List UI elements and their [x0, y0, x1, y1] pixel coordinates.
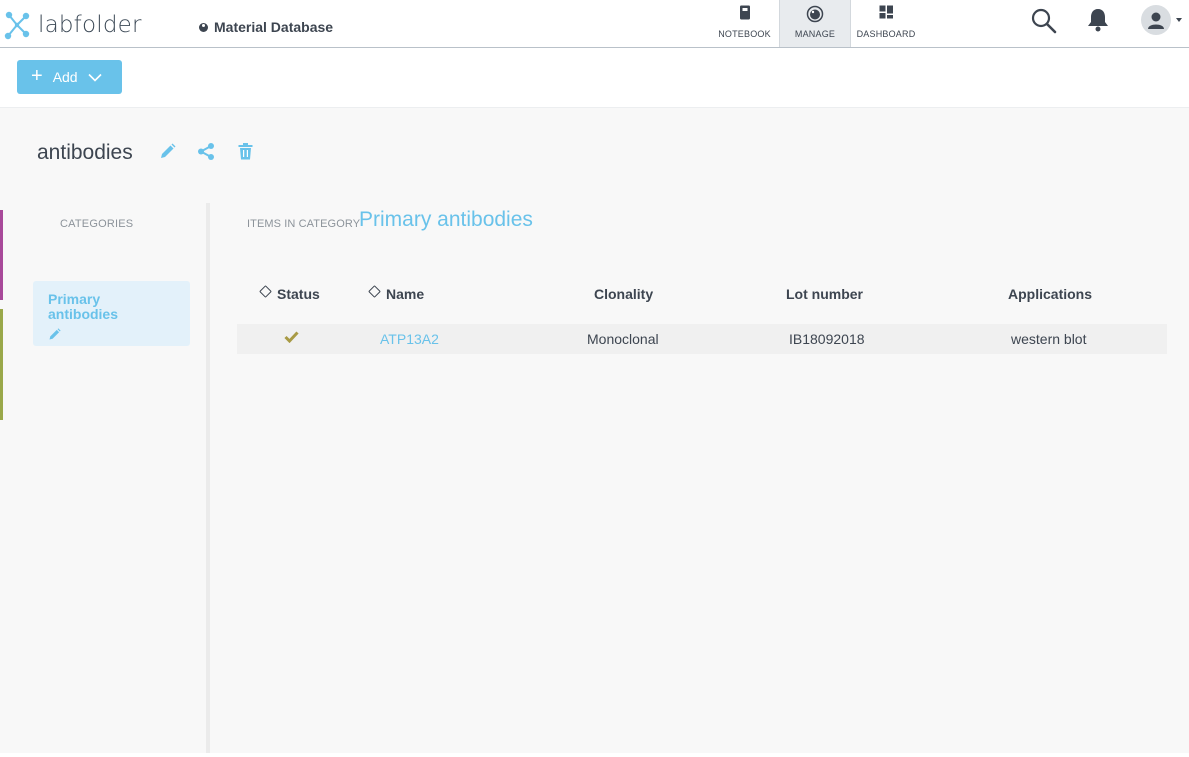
- category-color-bar: [0, 309, 3, 420]
- avatar-icon: [1148, 12, 1164, 29]
- nav-tab-manage[interactable]: MANAGE: [779, 0, 851, 47]
- status-check-icon: [284, 331, 299, 343]
- column-header-label: Clonality: [594, 286, 654, 302]
- nav-tab-dashboard[interactable]: DASHBOARD: [851, 0, 921, 47]
- chevron-down-icon: [88, 73, 102, 82]
- column-header-label: Status: [277, 286, 320, 302]
- sidebar-divider: [206, 203, 210, 753]
- sort-icon[interactable]: [259, 285, 272, 298]
- sidebar-item-primary-antibodies[interactable]: Primary antibodies: [33, 281, 190, 346]
- toolbar: + Add: [0, 48, 1189, 108]
- column-header-status[interactable]: Status: [259, 285, 320, 302]
- nav-tab-dashboard-label: DASHBOARD: [856, 29, 916, 39]
- column-header-name[interactable]: Name: [368, 285, 425, 302]
- labfolder-logo-icon: [4, 11, 30, 40]
- labfolder-logo[interactable]: labfolder: [4, 10, 142, 40]
- item-applications: western blot: [1011, 331, 1087, 347]
- item-clonality: Monoclonal: [587, 331, 659, 347]
- delete-icon[interactable]: [238, 143, 253, 160]
- item-lot-number: IB18092018: [789, 331, 865, 347]
- categories-heading: CATEGORIES: [60, 218, 134, 230]
- edit-icon[interactable]: [159, 143, 176, 160]
- nav-tab-notebook-label: NOTEBOOK: [718, 29, 771, 39]
- add-button[interactable]: + Add: [17, 60, 122, 94]
- breadcrumb[interactable]: Material Database: [199, 19, 333, 35]
- plus-icon: +: [31, 65, 43, 87]
- sort-icon[interactable]: [368, 285, 381, 298]
- column-header-label: Applications: [1008, 286, 1093, 302]
- breadcrumb-label: Material Database: [214, 19, 334, 35]
- manage-icon: [806, 5, 824, 23]
- notebook-icon: [739, 5, 750, 20]
- category-color-bar: [0, 210, 3, 300]
- nav-tab-manage-label: MANAGE: [794, 29, 836, 39]
- page-title: antibodies: [37, 141, 133, 164]
- page-bottom-edge: [0, 753, 1189, 757]
- bell-icon[interactable]: [1086, 7, 1110, 33]
- top-navigation-bar: labfolder Material Database NOTEBOOK MAN…: [0, 0, 1189, 48]
- user-menu-caret-icon[interactable]: [1176, 18, 1182, 22]
- item-name-link[interactable]: ATP13A2: [380, 331, 439, 347]
- edit-category-icon[interactable]: [48, 328, 61, 341]
- sidebar-item-label: Primary antibodies: [48, 291, 119, 322]
- current-category-name: Primary antibodies: [359, 208, 533, 231]
- items-in-category-heading: ITEMS IN CATEGORY: [247, 218, 361, 230]
- column-header-label: Name: [386, 286, 425, 302]
- column-header-clonality: Clonality: [594, 286, 653, 302]
- user-avatar[interactable]: [1141, 5, 1171, 35]
- search-icon[interactable]: [1030, 7, 1058, 35]
- column-header-lot-number: Lot number: [786, 286, 863, 302]
- database-icon: [199, 22, 208, 32]
- column-header-applications: Applications: [1008, 286, 1092, 302]
- dashboard-icon: [879, 5, 893, 19]
- logo-text: labfolder: [38, 12, 142, 38]
- share-icon[interactable]: [197, 143, 215, 160]
- column-header-label: Lot number: [786, 286, 863, 302]
- add-button-label: Add: [52, 69, 78, 85]
- nav-tab-notebook[interactable]: NOTEBOOK: [711, 0, 778, 47]
